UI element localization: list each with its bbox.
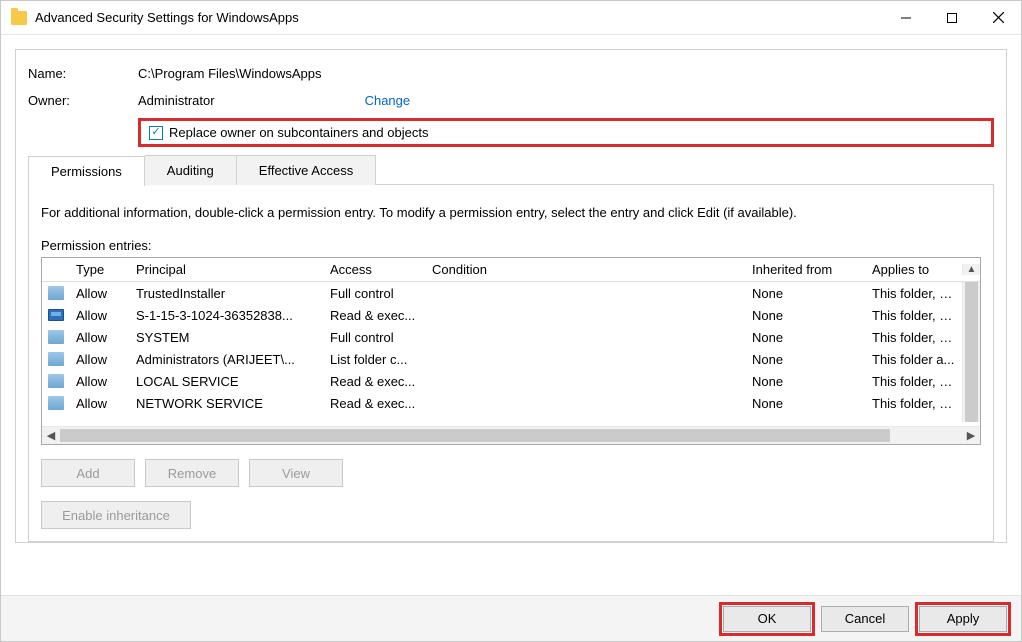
permission-entries-label: Permission entries: [41, 238, 981, 253]
scroll-left-button[interactable]: ◀ [42, 427, 60, 444]
cell-inherited: None [746, 286, 866, 301]
remove-button[interactable]: Remove [145, 459, 239, 487]
cell-applies: This folder a... [866, 352, 962, 367]
info-text: For additional information, double-click… [41, 205, 981, 220]
cell-principal: S-1-15-3-1024-36352838... [130, 308, 324, 323]
folder-icon [11, 11, 27, 25]
client-area: Name: C:\Program Files\WindowsApps Owner… [1, 35, 1021, 595]
cell-applies: This folder, s... [866, 286, 962, 301]
col-inherited[interactable]: Inherited from [746, 262, 866, 277]
name-row: Name: C:\Program Files\WindowsApps [28, 66, 994, 81]
cell-type: Allow [70, 330, 130, 345]
tab-effective-access[interactable]: Effective Access [237, 155, 376, 185]
cell-inherited: None [746, 352, 866, 367]
cell-access: Read & exec... [324, 374, 426, 389]
table-row[interactable]: AllowAdministrators (ARIJEET\...List fol… [42, 348, 980, 370]
cell-principal: SYSTEM [130, 330, 324, 345]
tab-auditing[interactable]: Auditing [145, 155, 237, 185]
col-condition[interactable]: Condition [426, 262, 746, 277]
close-button[interactable] [975, 1, 1021, 35]
ok-button[interactable]: OK [723, 606, 811, 632]
tab-strip: Permissions Auditing Effective Access [28, 155, 994, 185]
cell-applies: This folder, s... [866, 330, 962, 345]
cell-access: List folder c... [324, 352, 426, 367]
view-button[interactable]: View [249, 459, 343, 487]
owner-row: Owner: Administrator Change [28, 93, 994, 108]
cell-principal: Administrators (ARIJEET\... [130, 352, 324, 367]
minimize-button[interactable] [883, 1, 929, 35]
principal-icon [48, 352, 64, 366]
cell-principal: LOCAL SERVICE [130, 374, 324, 389]
scroll-right-button[interactable]: ▶ [962, 427, 980, 444]
col-applies[interactable]: Applies to [866, 262, 962, 277]
cell-principal: NETWORK SERVICE [130, 396, 324, 411]
inheritance-buttons: Enable inheritance [41, 501, 981, 529]
cell-type: Allow [70, 352, 130, 367]
col-access[interactable]: Access [324, 262, 426, 277]
cell-inherited: None [746, 308, 866, 323]
vertical-scrollbar[interactable] [962, 282, 980, 422]
cell-access: Read & exec... [324, 308, 426, 323]
table-row[interactable]: AllowNETWORK SERVICERead & exec... NoneTh… [42, 392, 980, 414]
cancel-button[interactable]: Cancel [821, 606, 909, 632]
window: Advanced Security Settings for WindowsAp… [0, 0, 1022, 642]
cell-applies: This folder, s... [866, 374, 962, 389]
owner-value: Administrator [138, 93, 215, 108]
tab-page-permissions: For additional information, double-click… [28, 185, 994, 542]
cell-inherited: None [746, 374, 866, 389]
cell-principal: TrustedInstaller [130, 286, 324, 301]
col-type[interactable]: Type [70, 262, 130, 277]
cell-inherited: None [746, 396, 866, 411]
tab-permissions[interactable]: Permissions [28, 156, 145, 186]
owner-label: Owner: [28, 93, 138, 108]
window-title: Advanced Security Settings for WindowsAp… [35, 10, 883, 25]
cell-type: Allow [70, 286, 130, 301]
replace-owner-highlight: ✓ Replace owner on subcontainers and obj… [138, 118, 994, 147]
name-value: C:\Program Files\WindowsApps [138, 66, 322, 81]
scroll-up-button[interactable]: ▲ [962, 264, 980, 275]
table-row[interactable]: AllowS-1-15-3-1024-36352838...Read & exe… [42, 304, 980, 326]
add-button[interactable]: Add [41, 459, 135, 487]
cell-type: Allow [70, 374, 130, 389]
principal-icon [48, 396, 64, 410]
cell-access: Read & exec... [324, 396, 426, 411]
name-label: Name: [28, 66, 138, 81]
table-row[interactable]: AllowSYSTEMFull control NoneThis folder, … [42, 326, 980, 348]
cell-inherited: None [746, 330, 866, 345]
cell-access: Full control [324, 330, 426, 345]
cell-applies: This folder, s... [866, 396, 962, 411]
replace-owner-checkbox[interactable]: ✓ [149, 126, 163, 140]
enable-inheritance-button[interactable]: Enable inheritance [41, 501, 191, 529]
cell-access: Full control [324, 286, 426, 301]
change-owner-link[interactable]: Change [365, 93, 411, 108]
principal-icon [48, 374, 64, 388]
entry-buttons: Add Remove View [41, 459, 981, 487]
table-row[interactable]: AllowLOCAL SERVICERead & exec... NoneThis… [42, 370, 980, 392]
grid-header: Type Principal Access Condition Inherite… [42, 258, 980, 282]
cell-type: Allow [70, 396, 130, 411]
principal-icon [48, 330, 64, 344]
dialog-footer: OK Cancel Apply [1, 595, 1021, 641]
col-principal[interactable]: Principal [130, 262, 324, 277]
principal-icon [48, 286, 64, 300]
table-row[interactable]: AllowTrustedInstallerFull control NoneThi… [42, 282, 980, 304]
titlebar: Advanced Security Settings for WindowsAp… [1, 1, 1021, 35]
permission-grid: Type Principal Access Condition Inherite… [41, 257, 981, 445]
properties-panel: Name: C:\Program Files\WindowsApps Owner… [15, 49, 1007, 543]
cell-applies: This folder, s... [866, 308, 962, 323]
apply-button[interactable]: Apply [919, 606, 1007, 632]
replace-owner-label: Replace owner on subcontainers and objec… [169, 125, 428, 140]
cell-type: Allow [70, 308, 130, 323]
horizontal-scrollbar[interactable]: ◀ ▶ [42, 426, 980, 444]
maximize-button[interactable] [929, 1, 975, 35]
grid-body: AllowTrustedInstallerFull controlNoneThi… [42, 282, 980, 426]
principal-icon [48, 309, 64, 321]
